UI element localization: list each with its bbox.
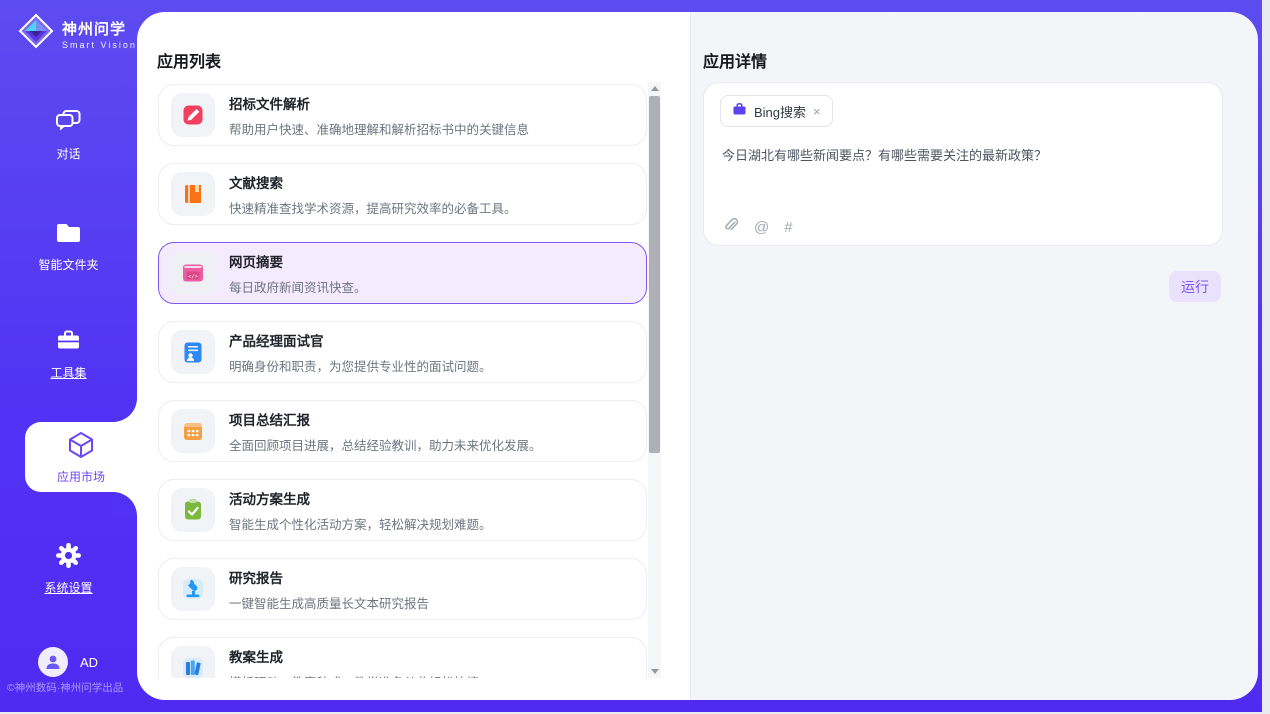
app-card-literature-search[interactable]: 文献搜索 快速精准查找学术资源，提高研究效率的必备工具。	[158, 163, 647, 225]
toolbox-icon	[55, 341, 82, 358]
app-card-event-plan[interactable]: 活动方案生成 智能生成个性化活动方案，轻松解决规划难题。	[158, 479, 647, 541]
app-desc: 模板驱动，教案秒成，教学准备从此轻松快捷	[229, 672, 479, 679]
close-icon[interactable]: ×	[813, 105, 821, 118]
bubble-curve-top	[113, 398, 137, 422]
sidebar-item-chat[interactable]: 对话	[0, 108, 137, 162]
app-card-research-report[interactable]: 研究报告 一键智能生成高质量长文本研究报告	[158, 558, 647, 620]
sidebar-item-label: 系统设置	[0, 579, 137, 596]
brand-tagline: Smart Vision	[62, 40, 137, 50]
sidebar-item-label: 应用市场	[57, 468, 105, 485]
app-detail-title: 应用详情	[703, 48, 767, 72]
app-desc: 明确身份和职责，为您提供专业性的面试问题。	[229, 356, 492, 375]
sidebar: 神州问学 Smart Vision 对话 智能文件夹	[0, 0, 137, 712]
tool-tag-label: Bing搜索	[754, 102, 806, 121]
scrollbar-thumb[interactable]	[649, 96, 660, 453]
user-initials: AD	[80, 655, 98, 670]
app-card-web-summary-selected[interactable]: </> 网页摘要 每日政府新闻资讯快查。	[158, 242, 647, 304]
sidebar-item-label: 智能文件夹	[0, 256, 137, 273]
prompt-input[interactable]: 今日湖北有哪些新闻要点？有哪些需要关注的最新政策？	[722, 145, 1202, 164]
paperclip-icon[interactable]	[722, 216, 739, 239]
sidebar-item-label: 对话	[0, 145, 137, 162]
app-card-bid-parse[interactable]: 招标文件解析 帮助用户快速、准确地理解和解析招标书中的关键信息	[158, 84, 647, 146]
svg-text:</>: </>	[188, 274, 199, 280]
main-content: 应用列表 招标文件解析 帮助用户快速、准确地理解和解析招标书中的关键信息	[137, 12, 1258, 700]
app-name: 项目总结汇报	[229, 409, 542, 429]
app-name: 产品经理面试官	[229, 330, 492, 350]
app-list-panel: 应用列表 招标文件解析 帮助用户快速、准确地理解和解析招标书中的关键信息	[137, 12, 690, 700]
app-name: 研究报告	[229, 567, 429, 587]
app-name: 教案生成	[229, 646, 479, 666]
folder-icon	[55, 233, 82, 250]
sidebar-item-toolset[interactable]: 工具集	[0, 327, 137, 381]
app-name: 文献搜索	[229, 172, 517, 192]
books-icon	[171, 646, 215, 678]
app-desc: 全面回顾项目进展，总结经验教训，助力未来优化发展。	[229, 435, 542, 454]
brand-logo: 神州问学 Smart Vision	[18, 13, 137, 54]
app-card-project-summary[interactable]: 项目总结汇报 全面回顾项目进展，总结经验教训，助力未来优化发展。	[158, 400, 647, 462]
user-row: AD	[38, 647, 98, 677]
attach-toolbar: @ #	[722, 216, 793, 239]
user-avatar[interactable]	[38, 647, 68, 677]
app-desc: 帮助用户快速、准确地理解和解析招标书中的关键信息	[229, 119, 529, 138]
app-desc: 一键智能生成高质量长文本研究报告	[229, 593, 429, 612]
app-card-pm-interviewer[interactable]: 产品经理面试官 明确身份和职责，为您提供专业性的面试问题。	[158, 321, 647, 383]
scroll-up-icon[interactable]	[648, 82, 661, 95]
bubble-curve-bottom	[113, 492, 137, 516]
app-window: 神州问学 Smart Vision 对话 智能文件夹	[0, 0, 1262, 712]
memo-pen-icon	[171, 93, 215, 137]
mention-icon[interactable]: @	[754, 219, 769, 236]
sidebar-item-smart-folder[interactable]: 智能文件夹	[0, 219, 137, 273]
cube-icon	[66, 430, 96, 465]
tool-tag-bing-search: Bing搜索 ×	[720, 95, 833, 127]
resume-icon	[171, 330, 215, 374]
app-detail-panel: 应用详情 Bing搜索 × 今日湖北有哪些新闻要点？有哪些需要关注的最新政策？	[691, 12, 1258, 700]
list-scrollbar[interactable]	[648, 82, 661, 678]
brand-name: 神州问学	[62, 21, 126, 38]
chat-icon	[55, 122, 82, 139]
app-desc: 智能生成个性化活动方案，轻松解决规划难题。	[229, 514, 492, 533]
calendar-icon	[171, 409, 215, 453]
app-card-list: 招标文件解析 帮助用户快速、准确地理解和解析招标书中的关键信息 文献搜索	[158, 84, 647, 678]
browser-code-icon: </>	[171, 251, 215, 295]
microscope-icon	[171, 567, 215, 611]
clipboard-check-icon	[171, 488, 215, 532]
app-name: 招标文件解析	[229, 93, 529, 113]
book-icon	[171, 172, 215, 216]
diamond-logo-icon	[18, 13, 54, 54]
run-button[interactable]: 运行	[1169, 271, 1221, 302]
sidebar-item-settings[interactable]: 系统设置	[0, 542, 137, 596]
app-desc: 快速精准查找学术资源，提高研究效率的必备工具。	[229, 198, 517, 217]
app-card-lesson-plan[interactable]: 教案生成 模板驱动，教案秒成，教学准备从此轻松快捷	[158, 637, 647, 678]
copyright-text: ©神州数码·神州问学出品	[7, 680, 137, 695]
briefcase-icon	[732, 102, 747, 121]
gear-icon	[55, 556, 82, 573]
sidebar-item-app-market-active[interactable]: 应用市场	[25, 422, 137, 492]
sidebar-item-label: 工具集	[0, 364, 137, 381]
prompt-editor-card[interactable]: Bing搜索 × 今日湖北有哪些新闻要点？有哪些需要关注的最新政策？ @ #	[703, 82, 1223, 246]
app-name: 活动方案生成	[229, 488, 492, 508]
app-name: 网页摘要	[229, 251, 367, 271]
app-list-title: 应用列表	[157, 48, 221, 72]
hash-icon[interactable]: #	[784, 219, 792, 236]
app-desc: 每日政府新闻资讯快查。	[229, 277, 367, 296]
scroll-down-icon[interactable]	[648, 665, 661, 678]
